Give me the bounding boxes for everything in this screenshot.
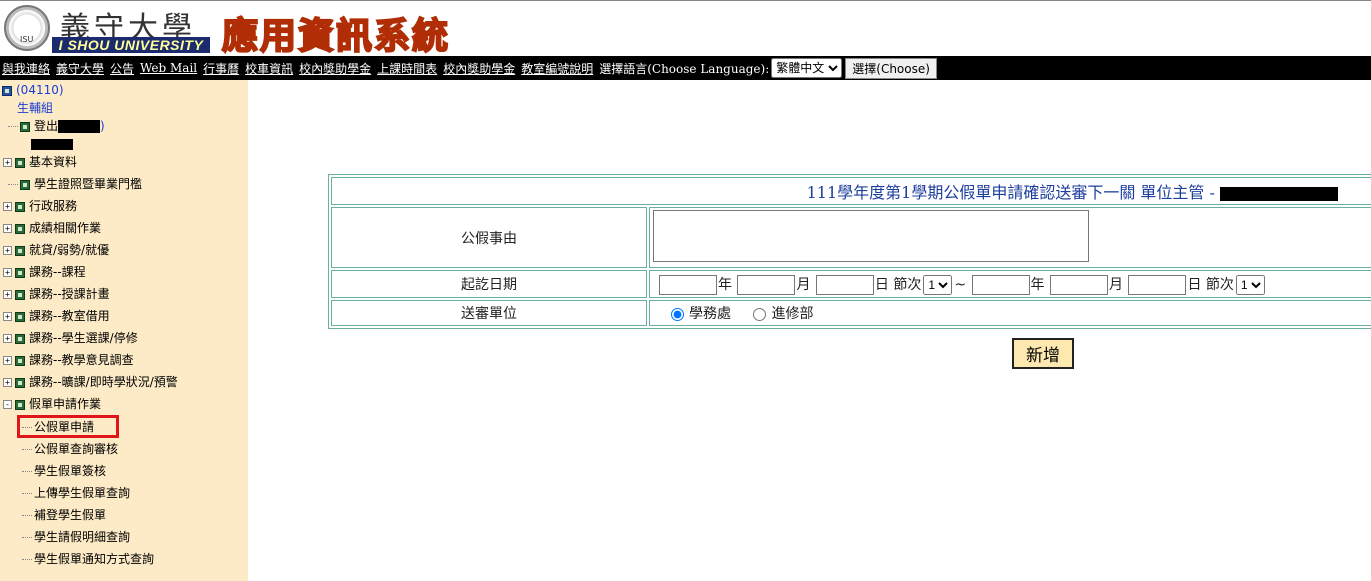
form-title-cell: 111學年度第1學期公假單申請確認送審下一關 單位主管 - (331, 177, 1371, 205)
sidebar-subitem-upload-leave-query[interactable]: 上傳學生假單查詢 (22, 484, 130, 502)
sidebar-subitem-student-leave-sign[interactable]: 學生假單簽核 (22, 462, 106, 480)
reason-label: 公假事由 (331, 207, 647, 268)
sidebar-item-teaching-survey[interactable]: + 課務--教學意見調查 (3, 351, 134, 369)
sidebar-item-certificates[interactable]: 學生證照暨畢業門檻 (8, 175, 142, 193)
start-year-input[interactable] (659, 274, 717, 295)
sidebar-item-admin-services[interactable]: + 行政服務 (3, 197, 77, 215)
redacted-user-id (31, 135, 73, 153)
book-icon (15, 245, 25, 256)
expand-icon[interactable]: + (3, 334, 12, 343)
reason-field-cell (649, 207, 1371, 268)
language-select[interactable]: 繁體中文 (771, 58, 843, 78)
book-icon (20, 121, 30, 132)
sidebar-item-courses[interactable]: + 課務--課程 (3, 263, 86, 281)
collapse-icon[interactable]: - (3, 400, 12, 409)
nav-link-webmail[interactable]: Web Mail (140, 61, 197, 75)
university-name-english: I SHOU UNIVERSITY (52, 37, 210, 53)
book-icon (15, 399, 25, 410)
book-icon (15, 157, 25, 168)
sidebar-tree: (04110) 生輔組 登出) + 基本資料 學生證照暨畢業門檻 + 行政服務 + 成… (0, 80, 248, 581)
expand-icon[interactable]: + (3, 356, 12, 365)
language-label: 選擇語言(Choose Language): (599, 61, 770, 76)
book-icon (20, 179, 30, 190)
sidebar-subitem-leave-detail-query[interactable]: 學生請假明細查詢 (22, 528, 130, 546)
expand-icon[interactable]: + (3, 224, 12, 233)
nav-link-scholarship-2[interactable]: 校內獎助學金 (443, 60, 515, 77)
expand-icon[interactable]: + (3, 312, 12, 321)
nav-link-shuttle-bus[interactable]: 校車資訊 (245, 60, 293, 77)
header: ISU 義守大學 I SHOU UNIVERSITY 應用資訊系統 (0, 0, 1371, 58)
nav-link-calendar[interactable]: 行事曆 (203, 60, 239, 77)
expand-icon[interactable]: + (3, 202, 12, 211)
sidebar-item-classroom-booking[interactable]: + 課務--教室借用 (3, 307, 110, 325)
tree-unit-label: 生輔組 (17, 101, 54, 115)
expand-icon[interactable]: + (3, 268, 12, 277)
radio-continuing-education[interactable] (753, 307, 767, 321)
leave-application-form: 111學年度第1學期公假單申請確認送審下一關 單位主管 - 公假事由 起訖日期 … (328, 174, 1371, 329)
reason-textarea[interactable] (653, 210, 1089, 262)
sidebar-item-absence-warning[interactable]: + 課務--曠課/即時學狀況/預警 (3, 373, 178, 391)
expand-icon[interactable]: + (3, 378, 12, 387)
department-label: 送審單位 (331, 300, 647, 326)
book-icon (15, 289, 25, 300)
sidebar-subitem-register-leave[interactable]: 補登學生假單 (22, 506, 106, 524)
start-month-input[interactable] (737, 274, 796, 295)
top-navigation-bar: 與我連絡 義守大學 公告 Web Mail 行事曆 校車資訊 校內獎助學金 上課… (0, 56, 1371, 80)
choose-language-button[interactable]: 選擇(Choose) (845, 57, 937, 79)
expand-icon[interactable]: + (3, 158, 12, 167)
end-day-input[interactable] (1128, 274, 1187, 295)
nav-link-scholarship[interactable]: 校內獎助學金 (299, 60, 371, 77)
end-month-input[interactable] (1050, 274, 1108, 295)
book-icon (15, 267, 25, 278)
end-year-input[interactable] (971, 274, 1030, 295)
sidebar-item-teaching-plan[interactable]: + 課務--授課計畫 (3, 285, 110, 303)
redacted-supervisor-name (1220, 186, 1338, 201)
nav-link-classroom-codes[interactable]: 教室編號說明 (521, 60, 593, 77)
book-icon (15, 377, 25, 388)
form-title: 111學年度第1學期公假單申請確認送審下一關 單位主管 - (806, 183, 1215, 202)
book-icon (15, 201, 25, 212)
book-icon (15, 311, 25, 322)
redacted-name (58, 120, 101, 133)
system-title: 應用資訊系統 (221, 14, 451, 58)
sidebar-item-grades[interactable]: + 成績相關作業 (3, 219, 101, 237)
book-icon (15, 223, 25, 234)
expand-icon[interactable]: + (3, 290, 12, 299)
sidebar-item-course-selection[interactable]: + 課務--學生選課/停修 (3, 329, 138, 347)
nav-link-class-schedule[interactable]: 上課時間表 (377, 60, 437, 77)
start-day-input[interactable] (815, 274, 874, 295)
start-period-select[interactable]: 1 (923, 274, 953, 295)
sidebar-subitem-notify-method-query[interactable]: 學生假單通知方式查詢 (22, 550, 154, 568)
sidebar-item-leave-application[interactable]: - 假單申請作業 (3, 395, 101, 413)
tree-root[interactable]: (04110) (2, 81, 64, 99)
highlight-box (17, 415, 119, 438)
sidebar-item-logout[interactable]: 登出) (8, 117, 105, 135)
sidebar-subitem-official-leave-review[interactable]: 公假單查詢審核 (22, 440, 118, 458)
expand-icon[interactable]: + (3, 246, 12, 255)
tree-collapse-icon[interactable] (2, 85, 12, 96)
book-icon (15, 333, 25, 344)
radio-student-affairs[interactable] (671, 307, 684, 321)
date-range-cell: 年 月 日 節次 1 ~ 年 月 日 節次 1 (649, 270, 1371, 298)
university-seal-logo: ISU (4, 5, 50, 51)
sidebar-item-basic-info[interactable]: + 基本資料 (3, 153, 77, 171)
date-range-label: 起訖日期 (331, 270, 647, 298)
nav-link-university[interactable]: 義守大學 (56, 60, 104, 77)
end-period-select[interactable]: 1 (1235, 274, 1265, 295)
department-cell: 學務處 進修部 (649, 300, 1371, 326)
nav-link-contact[interactable]: 與我連絡 (2, 60, 50, 77)
add-button[interactable]: 新增 (1012, 338, 1074, 369)
sidebar-item-loans[interactable]: + 就貸/弱勢/就優 (3, 241, 109, 259)
book-icon (15, 355, 25, 366)
nav-link-announcements[interactable]: 公告 (110, 60, 134, 77)
